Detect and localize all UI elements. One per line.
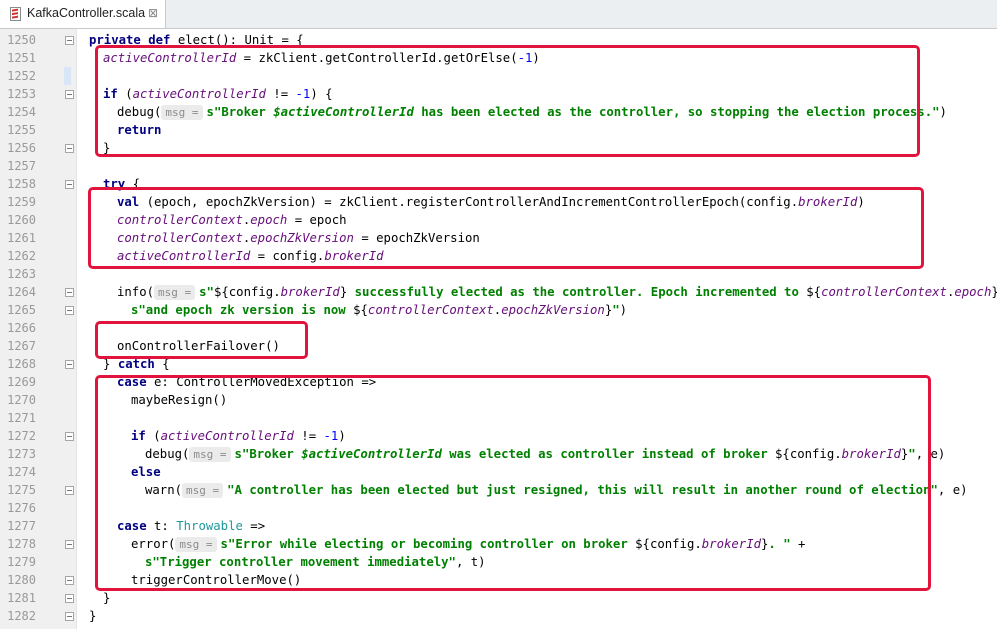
line-number: 1252 [7,69,36,83]
line-number: 1274 [7,465,36,479]
code-text: ) [619,303,628,317]
line-number: 1278 [7,537,36,551]
string-literal: s" [199,285,214,299]
line-number: 1258 [7,177,36,191]
line-number: 1272 [7,429,36,443]
line-number: 1251 [7,51,36,65]
fold-end-icon[interactable] [65,576,74,585]
fold-collapse-icon[interactable] [65,360,74,369]
code-text: } [103,357,118,371]
keyword: catch [117,357,155,371]
line-number: 1256 [7,141,36,155]
code-line-1264: info(msg = s"${config.brokerId} successfu… [117,283,997,301]
tab-label: KafkaController.scala [27,6,146,20]
line-number: 1267 [7,339,36,353]
line-number: 1275 [7,483,36,497]
code-text: { [154,357,170,371]
code-text: } [89,609,97,623]
ide-window: KafkaController.scala ⊠ 1250 1251 1252 1… [0,0,997,629]
string-literal: s"and epoch zk version is now [131,303,354,317]
fold-end-icon[interactable] [65,306,74,315]
field-ref: brokerId [280,285,340,299]
code-text: info( [117,285,155,299]
line-number: 1277 [7,519,36,533]
line-number: 1281 [7,591,36,605]
code-text: ${ [806,285,822,299]
highlight-box [88,187,924,269]
line-number: 1273 [7,447,36,461]
line-number: 1282 [7,609,36,623]
line-number: 1280 [7,573,36,587]
fold-collapse-icon[interactable] [65,36,74,45]
gutter-separator [76,29,77,629]
fold-collapse-icon[interactable] [65,540,74,549]
line-number: 1263 [7,267,36,281]
fold-end-icon[interactable] [65,612,74,621]
line-number: 1255 [7,123,36,137]
editor-tab-kafkacontroller[interactable]: KafkaController.scala ⊠ [0,0,166,28]
scala-file-icon [10,7,21,21]
line-number: 1254 [7,105,36,119]
line-number: 1259 [7,195,36,209]
line-number: 1270 [7,393,36,407]
field-ref: epoch [954,285,992,299]
fold-end-icon[interactable] [65,486,74,495]
field-ref: controllerContext [821,285,947,299]
code-text: ${config. [213,285,281,299]
string-literal: successfully elected as the controller. … [347,285,807,299]
line-number: 1266 [7,321,36,335]
line-number: 1264 [7,285,36,299]
code-text: ) [939,105,947,119]
string-literal: " [612,303,620,317]
line-number: 1261 [7,231,36,245]
line-number: 1260 [7,213,36,227]
code-text: , e) [937,483,968,497]
line-number: 1279 [7,555,36,569]
line-number: 1253 [7,87,36,101]
editor-tab-bar: KafkaController.scala ⊠ [0,0,997,29]
code-line-1282: } [89,607,96,625]
line-number: 1250 [7,33,36,47]
highlight-box [95,45,920,157]
fold-collapse-icon[interactable] [65,288,74,297]
line-number: 1257 [7,159,36,173]
field-ref: controllerContext [367,303,494,317]
line-number: 1268 [7,357,36,371]
param-hint: msg = [154,285,196,300]
code-text: } [103,591,111,605]
highlight-box [95,375,931,591]
fold-end-icon[interactable] [65,144,74,153]
close-icon[interactable]: ⊠ [148,6,158,20]
fold-collapse-icon[interactable] [65,180,74,189]
fold-collapse-icon[interactable] [65,90,74,99]
field-ref: epochZkVersion [501,303,605,317]
line-number: 1276 [7,501,36,515]
code-line-1281: } [103,589,110,607]
line-number: 1265 [7,303,36,317]
line-number: 1262 [7,249,36,263]
line-number: 1269 [7,375,36,389]
fold-collapse-icon[interactable] [65,432,74,441]
code-text: ${ [353,303,368,317]
code-line-1265: s"and epoch zk version is now ${controll… [131,301,627,319]
line-number: 1271 [7,411,36,425]
caret-line-marker [64,67,71,85]
code-text: } [991,285,997,299]
fold-end-icon[interactable] [65,594,74,603]
highlight-box [95,321,308,359]
